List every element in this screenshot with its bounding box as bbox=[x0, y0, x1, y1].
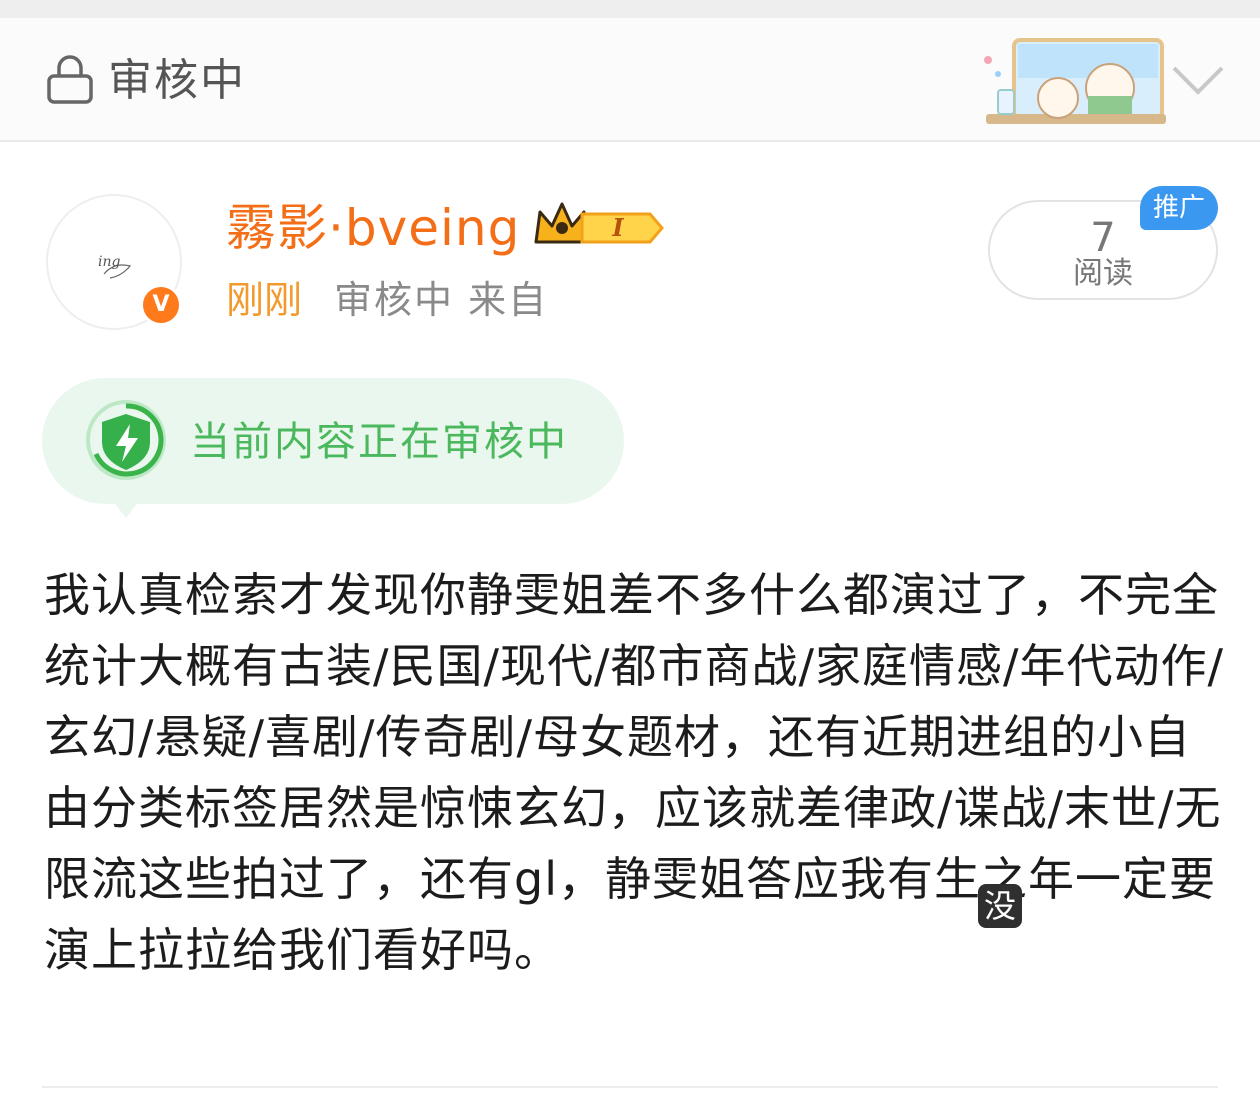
shield-icon bbox=[86, 400, 166, 480]
bubble-tail bbox=[112, 500, 140, 518]
review-notice-text: 当前内容正在审核中 bbox=[190, 419, 568, 465]
post-meta: 审核中 来自 bbox=[334, 278, 549, 322]
chevron-down-icon[interactable] bbox=[1170, 58, 1226, 102]
svg-text:ing: ing bbox=[98, 254, 120, 270]
divider bbox=[42, 1086, 1218, 1088]
top-strip bbox=[0, 0, 1260, 18]
floating-tag[interactable]: 没 bbox=[978, 884, 1022, 928]
author-name[interactable]: 霧影·bveing bbox=[226, 196, 520, 260]
read-label: 阅读 bbox=[1073, 256, 1133, 291]
promote-badge[interactable]: 推广 bbox=[1140, 186, 1218, 230]
svg-text:I: I bbox=[611, 213, 624, 242]
verified-icon: V bbox=[140, 284, 182, 326]
status-title: 审核中 bbox=[108, 55, 246, 106]
post-time: 刚刚 bbox=[226, 278, 303, 322]
review-status-bar[interactable]: 审核中 bbox=[0, 18, 1260, 142]
post-body[interactable]: 我认真检索才发现你静雯姐差不多什么都演过了，不完全统计大概有古装/民国/现代/都… bbox=[44, 560, 1224, 986]
crown-icon[interactable]: I bbox=[530, 198, 666, 254]
banner-illustration bbox=[984, 38, 1166, 124]
lock-icon bbox=[47, 55, 93, 104]
